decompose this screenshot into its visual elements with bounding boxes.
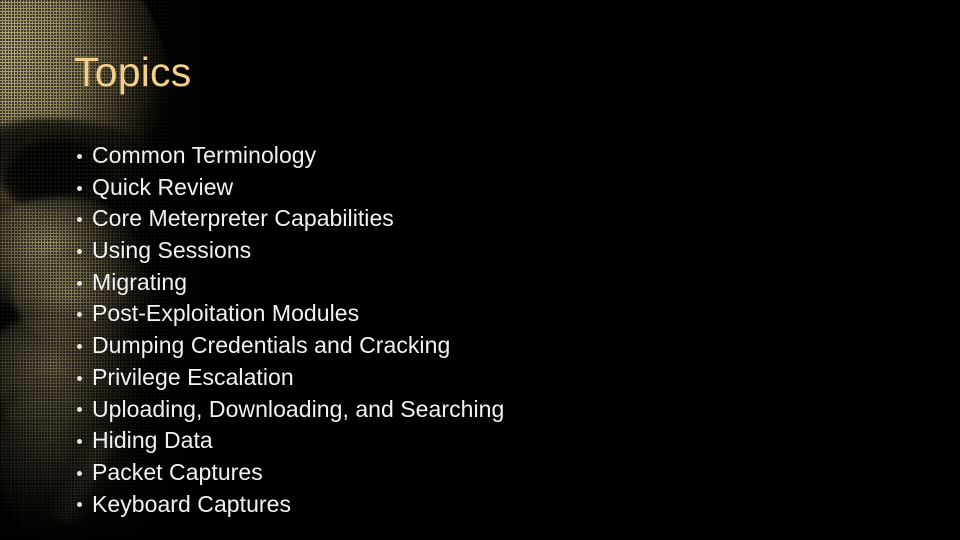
list-item-label: Post-Exploitation Modules bbox=[92, 300, 360, 327]
list-item-label: Core Meterpreter Capabilities bbox=[92, 205, 394, 232]
list-item: Keyboard Captures bbox=[74, 489, 714, 521]
list-item: Privilege Escalation bbox=[74, 362, 714, 394]
presentation-slide: Topics Common Terminology Quick Review C… bbox=[0, 0, 960, 540]
list-item-label: Dumping Credentials and Cracking bbox=[92, 332, 451, 359]
list-item-label: Common Terminology bbox=[92, 142, 317, 168]
list-item: Using Sessions bbox=[74, 235, 714, 267]
bullet-dot-icon bbox=[77, 185, 82, 191]
bullet-dot-icon bbox=[77, 248, 82, 254]
list-item: Packet Captures bbox=[74, 457, 714, 489]
list-item: Core Meterpreter Capabilities bbox=[74, 203, 714, 235]
bullet-dot-icon bbox=[77, 502, 82, 508]
list-item-label: Privilege Escalation bbox=[92, 363, 294, 390]
list-item: Uploading, Downloading, and Searching bbox=[74, 394, 714, 426]
bullet-dot-icon bbox=[77, 439, 82, 445]
list-item-label: Migrating bbox=[92, 268, 188, 295]
bullet-dot-icon bbox=[77, 153, 82, 159]
bullet-dot-icon bbox=[77, 470, 82, 476]
list-item-label: Keyboard Captures bbox=[92, 490, 292, 517]
list-item-label: Uploading, Downloading, and Searching bbox=[92, 395, 505, 422]
bullet-dot-icon bbox=[77, 217, 82, 223]
slide-content: Topics Common Terminology Quick Review C… bbox=[0, 0, 960, 540]
list-item: Dumping Credentials and Cracking bbox=[74, 330, 714, 362]
list-item-label: Quick Review bbox=[92, 173, 234, 200]
topics-bullet-list: Common Terminology Quick Review Core Met… bbox=[74, 140, 714, 520]
bullet-dot-icon bbox=[77, 375, 82, 381]
list-item-label: Hiding Data bbox=[92, 427, 213, 454]
list-item: Hiding Data bbox=[74, 425, 714, 457]
bullet-dot-icon bbox=[77, 312, 82, 318]
slide-title: Topics bbox=[74, 49, 192, 95]
bullet-dot-icon bbox=[77, 407, 82, 413]
bullet-dot-icon bbox=[77, 343, 82, 349]
list-item: Quick Review bbox=[74, 172, 714, 204]
bullet-dot-icon bbox=[77, 280, 82, 286]
list-item: Common Terminology bbox=[74, 140, 714, 172]
list-item-label: Packet Captures bbox=[92, 458, 263, 485]
list-item-label: Using Sessions bbox=[92, 237, 252, 264]
list-item: Post-Exploitation Modules bbox=[74, 298, 714, 330]
list-item: Migrating bbox=[74, 267, 714, 299]
